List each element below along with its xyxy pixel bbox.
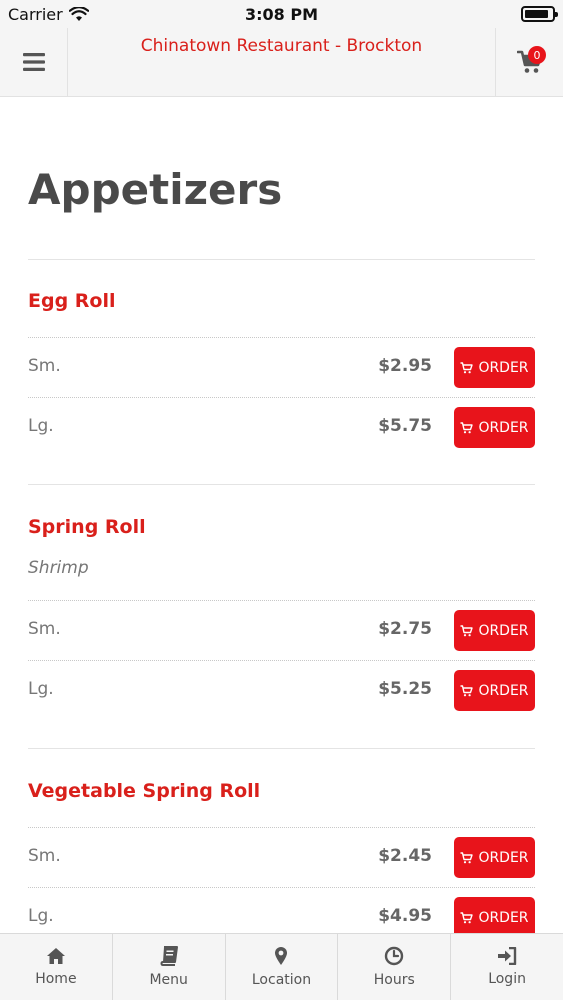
menu-item-egg-roll: Egg Roll Sm. $2.95 ORDER Lg. $5.75 ORDER <box>28 259 535 484</box>
price-value: $4.95 <box>378 906 432 926</box>
price-row: Sm. $2.95 ORDER <box>28 337 535 397</box>
price-value: $2.95 <box>378 356 432 376</box>
home-icon <box>46 948 65 964</box>
price-row: Sm. $2.75 ORDER <box>28 600 535 660</box>
cart-button[interactable]: 0 <box>495 28 563 96</box>
item-description: Shrimp <box>28 558 89 578</box>
bottom-tab-bar: Home Menu Location Hours Login <box>0 933 563 1000</box>
battery-fill <box>525 10 548 18</box>
item-name: Spring Roll <box>28 516 146 538</box>
size-label: Sm. <box>28 619 61 639</box>
book-icon <box>160 946 178 966</box>
tab-location[interactable]: Location <box>226 934 339 1000</box>
item-name: Egg Roll <box>28 290 116 312</box>
cart-plus-icon <box>460 684 474 697</box>
price-row: Lg. $4.95 ORDER <box>28 887 535 933</box>
cart-plus-icon <box>460 911 474 924</box>
tab-label: Location <box>251 972 312 988</box>
map-pin-icon <box>275 947 288 965</box>
size-label: Sm. <box>28 356 61 376</box>
price-value: $2.45 <box>378 846 432 866</box>
hamburger-icon <box>22 53 45 71</box>
size-label: Lg. <box>28 416 54 436</box>
status-left: Carrier <box>8 5 89 24</box>
order-label: ORDER <box>478 909 529 926</box>
order-button[interactable]: ORDER <box>454 897 535 933</box>
price-row: Lg. $5.75 ORDER <box>28 397 535 457</box>
tab-home[interactable]: Home <box>0 934 113 1000</box>
order-button[interactable]: ORDER <box>454 407 535 448</box>
order-button[interactable]: ORDER <box>454 837 535 878</box>
order-button[interactable]: ORDER <box>454 347 535 388</box>
tab-label: Login <box>488 971 526 987</box>
tab-menu[interactable]: Menu <box>113 934 226 1000</box>
order-label: ORDER <box>478 682 529 699</box>
tab-label: Home <box>35 971 77 987</box>
status-bar: Carrier 3:08 PM <box>0 0 563 28</box>
tab-login[interactable]: Login <box>451 934 563 1000</box>
hamburger-menu-button[interactable] <box>0 28 68 96</box>
page-title: Appetizers <box>28 165 283 214</box>
order-label: ORDER <box>478 359 529 376</box>
battery-icon <box>521 6 558 22</box>
sign-in-icon <box>498 947 517 965</box>
price-row: Lg. $5.25 ORDER <box>28 660 535 720</box>
price-row: Sm. $2.45 ORDER <box>28 827 535 887</box>
cart-count-badge: 0 <box>528 46 546 64</box>
item-name: Vegetable Spring Roll <box>28 780 261 802</box>
app-header: Chinatown Restaurant - Brockton 0 <box>0 28 563 97</box>
order-label: ORDER <box>478 849 529 866</box>
cart-plus-icon <box>460 421 474 434</box>
cart-plus-icon <box>460 361 474 374</box>
carrier-label: Carrier <box>8 4 63 24</box>
tab-hours[interactable]: Hours <box>338 934 452 1000</box>
price-value: $2.75 <box>378 619 432 639</box>
menu-content[interactable]: Appetizers Egg Roll Sm. $2.95 ORDER Lg. … <box>0 97 563 933</box>
wifi-icon <box>68 6 89 21</box>
cart-plus-icon <box>460 851 474 864</box>
menu-item-spring-roll: Spring Roll Shrimp Sm. $2.75 ORDER Lg. $… <box>28 484 535 748</box>
tab-label: Menu <box>149 972 188 988</box>
tab-label: Hours <box>373 972 415 988</box>
cart-plus-icon <box>460 624 474 637</box>
order-button[interactable]: ORDER <box>454 670 535 711</box>
order-label: ORDER <box>478 419 529 436</box>
menu-item-vegetable-spring-roll: Vegetable Spring Roll Sm. $2.45 ORDER Lg… <box>28 748 535 933</box>
price-value: $5.75 <box>378 416 432 436</box>
clock-icon <box>385 946 404 966</box>
size-label: Lg. <box>28 906 54 926</box>
order-label: ORDER <box>478 622 529 639</box>
size-label: Sm. <box>28 846 61 866</box>
size-label: Lg. <box>28 679 54 699</box>
restaurant-title: Chinatown Restaurant - Brockton <box>140 36 423 56</box>
order-button[interactable]: ORDER <box>454 610 535 651</box>
price-value: $5.25 <box>378 679 432 699</box>
